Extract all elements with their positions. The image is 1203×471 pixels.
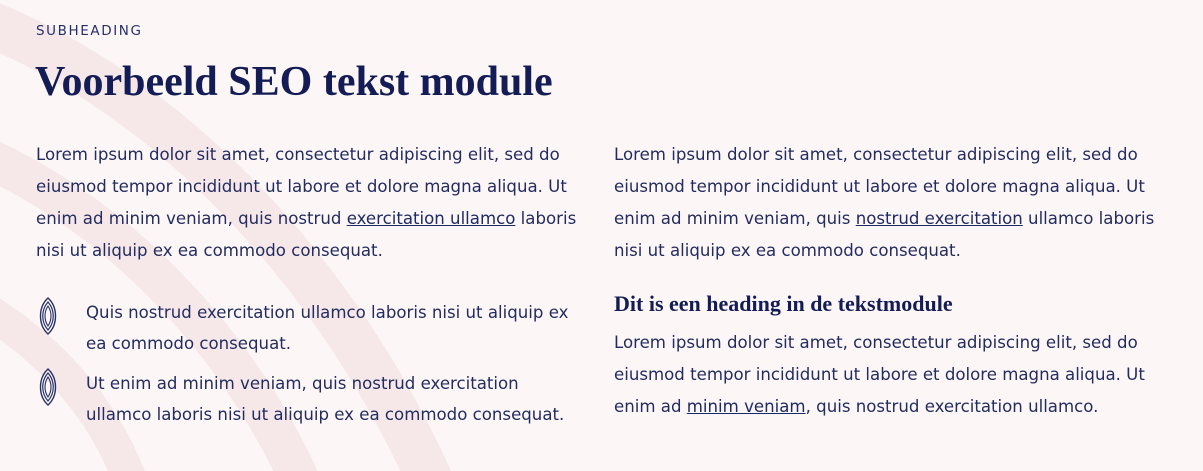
leaf-outline-icon: [39, 368, 57, 406]
inline-link-exercitation-ullamco[interactable]: exercitation ullamco: [347, 209, 516, 228]
text-line: eiusmod tempor incididunt ut labore et d…: [614, 365, 1145, 384]
text-line: Lorem ipsum dolor sit amet, consectetur …: [614, 145, 1138, 164]
text-line: , quis nostrud exercitation ullamco.: [805, 397, 1099, 416]
text-line: nisi ut aliquip ex ea commodo consequat.: [614, 241, 961, 260]
text-line: Lorem ipsum dolor sit amet, consectetur …: [614, 333, 1138, 352]
list-item-text: Quis nostrud exercitation ullamco labori…: [86, 297, 568, 359]
text-line: nisi ut aliquip ex ea commodo consequat.: [36, 241, 383, 260]
text-line: laboris: [515, 209, 577, 228]
subheading: SUBHEADING: [36, 23, 143, 39]
text-line: ullamco laboris nisi ut aliquip ex ea co…: [86, 405, 565, 424]
inline-link-nostrud-exercitation[interactable]: nostrud exercitation: [856, 209, 1023, 228]
text-line: ea commodo consequat.: [86, 334, 292, 353]
text-line: enim ad minim veniam, quis nostrud: [36, 209, 347, 228]
left-paragraph: Lorem ipsum dolor sit amet, consectetur …: [36, 139, 576, 267]
text-line: enim ad minim veniam, quis: [614, 209, 856, 228]
leaf-outline-icon: [39, 297, 57, 335]
right-paragraph: Lorem ipsum dolor sit amet, consectetur …: [614, 139, 1154, 267]
page-title: Voorbeeld SEO tekst module: [35, 59, 553, 105]
section-heading: Dit is een heading in de tekstmodule: [614, 291, 953, 316]
inline-link-minim-veniam[interactable]: minim veniam: [687, 397, 806, 416]
list-item-text: Ut enim ad minim veniam, quis nostrud ex…: [86, 368, 564, 430]
text-line: enim ad: [614, 397, 687, 416]
right-paragraph-2: Lorem ipsum dolor sit amet, consectetur …: [614, 327, 1145, 423]
text-line: ullamco laboris: [1022, 209, 1155, 228]
text-line: eiusmod tempor incididunt ut labore et d…: [36, 177, 567, 196]
text-line: eiusmod tempor incididunt ut labore et d…: [614, 177, 1145, 196]
text-line: Ut enim ad minim veniam, quis nostrud ex…: [86, 374, 519, 393]
text-line: Quis nostrud exercitation ullamco labori…: [86, 303, 569, 322]
text-line: Lorem ipsum dolor sit amet, consectetur …: [36, 145, 560, 164]
